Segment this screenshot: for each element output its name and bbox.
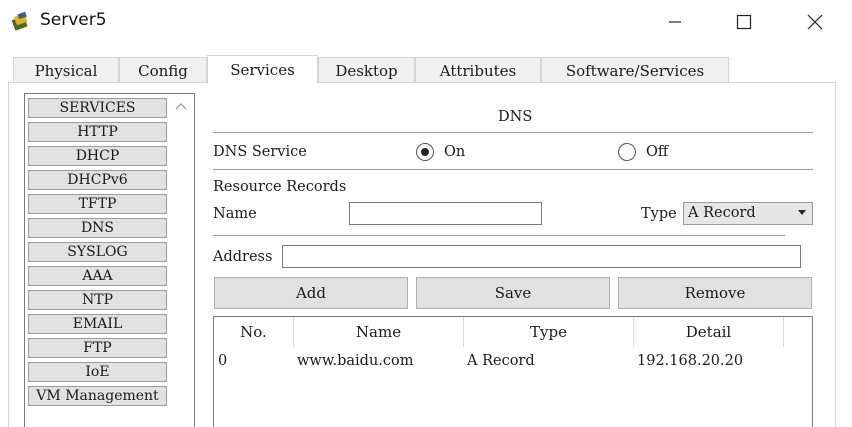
service-item-aaa[interactable]: AAA bbox=[28, 266, 167, 286]
type-label: Type bbox=[641, 206, 677, 222]
minimize-button[interactable] bbox=[652, 0, 698, 44]
table-header-no[interactable]: No. bbox=[214, 317, 294, 347]
tab-label: Software/Services bbox=[565, 61, 705, 80]
cell-name: www.baidu.com bbox=[297, 353, 414, 369]
service-item-ioe[interactable]: IoE bbox=[28, 362, 167, 382]
tab-attributes[interactable]: Attributes bbox=[415, 57, 541, 83]
tab-software-services[interactable]: Software/Services bbox=[541, 57, 729, 83]
service-item-syslog[interactable]: SYSLOG bbox=[28, 242, 167, 262]
scroll-up-button[interactable] bbox=[173, 98, 189, 114]
type-select[interactable]: A Record bbox=[683, 202, 813, 225]
tab-services[interactable]: Services bbox=[207, 55, 318, 84]
address-label: Address bbox=[213, 249, 273, 265]
table-header-detail[interactable]: Detail bbox=[634, 317, 784, 347]
radio-selected-dot bbox=[421, 148, 429, 156]
service-item-vm-management[interactable]: VM Management bbox=[28, 386, 167, 406]
minimize-icon bbox=[669, 21, 681, 23]
tab-bar: Physical Config Services Desktop Attribu… bbox=[0, 55, 852, 84]
cell-detail: 192.168.20.20 bbox=[637, 353, 744, 369]
tab-label: Physical bbox=[34, 61, 98, 80]
close-icon bbox=[807, 14, 823, 30]
tab-config[interactable]: Config bbox=[119, 57, 207, 83]
dns-on-label: On bbox=[444, 144, 466, 160]
dropdown-arrow-icon bbox=[798, 210, 806, 215]
chevron-up-icon bbox=[175, 103, 187, 110]
tab-label: Desktop bbox=[335, 61, 398, 80]
section-title: DNS bbox=[498, 109, 533, 125]
table-header-name[interactable]: Name bbox=[294, 317, 464, 347]
service-item-email[interactable]: EMAIL bbox=[28, 314, 167, 334]
name-input[interactable] bbox=[349, 202, 542, 225]
service-item-dns[interactable]: DNS bbox=[28, 218, 167, 238]
window-title: Server5 bbox=[40, 10, 107, 30]
table-header-type[interactable]: Type bbox=[464, 317, 634, 347]
service-item-ftp[interactable]: FTP bbox=[28, 338, 167, 358]
service-item-dhcp[interactable]: DHCP bbox=[28, 146, 167, 166]
maximize-button[interactable] bbox=[721, 0, 767, 44]
divider bbox=[213, 132, 813, 133]
server-app-icon bbox=[10, 10, 32, 32]
add-button[interactable]: Add bbox=[214, 277, 408, 309]
dns-service-label: DNS Service bbox=[213, 144, 307, 160]
close-button[interactable] bbox=[792, 0, 838, 44]
name-label: Name bbox=[213, 206, 257, 222]
service-item-http[interactable]: HTTP bbox=[28, 122, 167, 142]
tab-label: Attributes bbox=[439, 61, 517, 80]
service-item-ntp[interactable]: NTP bbox=[28, 290, 167, 310]
save-button[interactable]: Save bbox=[416, 277, 610, 309]
dns-off-label: Off bbox=[646, 144, 669, 160]
tab-physical[interactable]: Physical bbox=[13, 57, 119, 83]
service-item-dhcpv6[interactable]: DHCPv6 bbox=[28, 170, 167, 190]
tab-desktop[interactable]: Desktop bbox=[318, 57, 415, 83]
resource-records-label: Resource Records bbox=[213, 179, 347, 195]
service-item-tftp[interactable]: TFTP bbox=[28, 194, 167, 214]
dns-on-radio[interactable] bbox=[416, 143, 434, 161]
type-select-value: A Record bbox=[688, 205, 756, 221]
cell-type: A Record bbox=[467, 353, 535, 369]
dns-records-table: No. Name Type Detail 0 www.baidu.com A R… bbox=[213, 316, 813, 427]
tab-label: Config bbox=[138, 61, 188, 80]
services-list-panel: SERVICES HTTP DHCP DHCPv6 TFTP DNS SYSLO… bbox=[24, 93, 195, 427]
remove-button[interactable]: Remove bbox=[618, 277, 812, 309]
address-input[interactable] bbox=[282, 245, 801, 268]
tab-label: Services bbox=[230, 61, 295, 79]
divider bbox=[213, 235, 785, 236]
title-bar: Server5 bbox=[0, 0, 852, 44]
cell-no: 0 bbox=[218, 353, 228, 369]
divider bbox=[213, 169, 813, 170]
dns-off-radio[interactable] bbox=[618, 143, 636, 161]
services-header-button[interactable]: SERVICES bbox=[28, 98, 167, 118]
maximize-icon bbox=[736, 14, 752, 30]
